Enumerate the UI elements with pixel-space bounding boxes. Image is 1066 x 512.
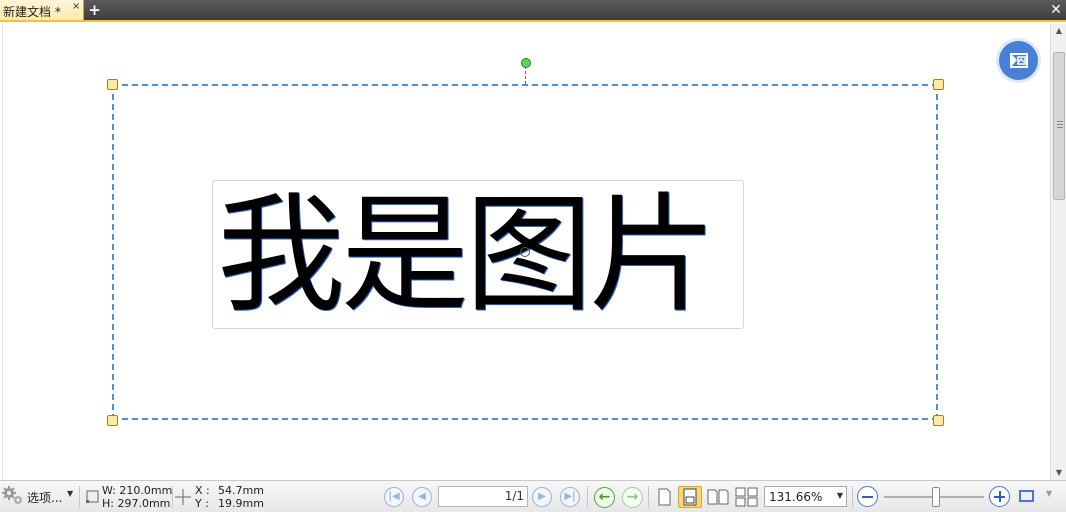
next-page-icon[interactable]: ▶: [532, 487, 552, 507]
image-content: 我是图片: [217, 181, 717, 329]
two-page-view-icon[interactable]: [706, 486, 730, 508]
divider: [587, 486, 588, 508]
single-page-view-icon[interactable]: [652, 486, 676, 508]
rotation-guide-line: [525, 66, 526, 84]
first-page-icon[interactable]: |◀: [384, 487, 404, 507]
divider: [648, 486, 649, 508]
zoom-slider-thumb[interactable]: [932, 487, 940, 507]
edit-image-icon: [1010, 53, 1028, 68]
resize-handle-top-right[interactable]: [933, 79, 944, 90]
zoom-out-icon[interactable]: [857, 486, 878, 507]
scroll-up-arrow-icon[interactable]: ▲: [1051, 24, 1066, 38]
last-page-icon[interactable]: ▶|: [560, 487, 580, 507]
resize-handle-bottom-right[interactable]: [933, 415, 944, 426]
add-tab-icon[interactable]: +: [87, 2, 102, 18]
page-number-field[interactable]: 1/1: [438, 486, 528, 507]
multi-page-view-icon[interactable]: [734, 486, 758, 508]
zoom-in-icon[interactable]: [989, 486, 1010, 507]
rotation-handle[interactable]: [521, 58, 531, 68]
tab-bar: 新建文档 * × + ✕: [0, 0, 1066, 22]
page-edge: [2, 24, 3, 480]
center-marker: [520, 247, 530, 257]
y-coordinate-label: Y :: [195, 497, 209, 510]
resize-handle-bottom-left[interactable]: [107, 415, 118, 426]
zoom-value: 131.66%: [769, 490, 823, 504]
divider: [172, 486, 173, 508]
page-width-label: W: 210.0mm: [102, 484, 173, 497]
image-object[interactable]: 我是图片: [212, 180, 744, 329]
options-menu-label[interactable]: 选项...: [27, 489, 62, 506]
close-window-icon[interactable]: ✕: [1049, 2, 1063, 18]
previous-page-icon[interactable]: ◀: [412, 487, 432, 507]
scroll-thumb[interactable]: [1053, 52, 1065, 200]
x-coordinate-value: 54.7mm: [218, 484, 264, 497]
floating-edit-button[interactable]: [999, 41, 1038, 80]
fit-page-view-icon[interactable]: [678, 486, 702, 508]
divider: [79, 486, 80, 508]
tab-close-icon[interactable]: ×: [72, 1, 80, 13]
scroll-down-arrow-icon[interactable]: ▼: [1051, 466, 1066, 480]
status-bar: 选项... ▼ W: 210.0mm H: 297.0mm X : 54.7mm…: [0, 480, 1066, 512]
gear-icon[interactable]: [1, 485, 25, 507]
resize-handle-top-left[interactable]: [107, 79, 118, 90]
forward-arrow-icon[interactable]: →: [622, 487, 643, 508]
more-options-icon[interactable]: ▼: [1046, 489, 1052, 498]
vertical-scrollbar[interactable]: ▲ ▼: [1050, 24, 1066, 480]
scroll-grip-icon: [1057, 121, 1063, 130]
chevron-down-icon: ▼: [836, 491, 843, 500]
tab-document[interactable]: 新建文档 * ×: [0, 0, 84, 20]
x-coordinate-label: X :: [195, 484, 210, 497]
page-size-icon: [86, 490, 99, 503]
divider: [852, 486, 853, 508]
crosshair-icon: [175, 489, 191, 505]
y-coordinate-value: 19.9mm: [218, 497, 264, 510]
chevron-down-icon[interactable]: ▼: [67, 489, 73, 498]
tab-title: 新建文档 *: [3, 5, 61, 19]
back-arrow-icon[interactable]: ←: [594, 487, 615, 508]
page-height-label: H: 297.0mm: [102, 497, 171, 510]
fit-width-icon[interactable]: [1019, 490, 1034, 502]
zoom-dropdown[interactable]: 131.66% ▼: [764, 486, 847, 507]
